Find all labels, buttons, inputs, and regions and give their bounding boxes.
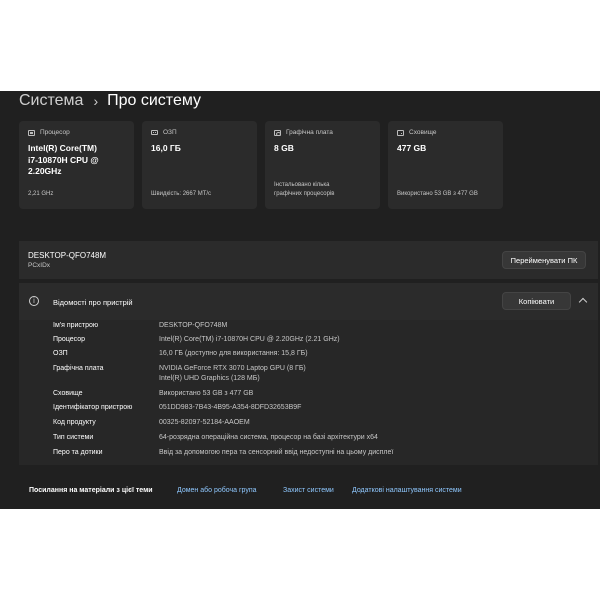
device-model: PCxIDx [28,262,51,269]
page-title: Про систему [107,92,202,109]
info-icon: i [29,296,39,306]
device-specifications-header[interactable]: i Відомості про пристрій Копіювати [19,283,598,320]
graphics-card-icon [274,129,281,136]
settings-window: Система › Про систему Процесор Intel(R) … [0,91,600,509]
domain-workgroup-link[interactable]: Домен або робоча група [177,487,257,494]
spec-label: Графічна плата [53,365,104,372]
graphics-value: 8 GB [274,143,294,153]
spec-value[interactable]: Використано 53 GB з 477 GB [159,389,253,399]
spec-value[interactable]: NVIDIA GeForce RTX 3070 Laptop GPU (8 ГБ… [159,364,306,374]
advanced-system-settings-link[interactable]: Додаткові налаштування системи [352,487,462,494]
spec-value[interactable]: 00325-82097-52184-AAOEM [159,418,250,428]
rename-pc-button[interactable]: Перейменувати ПК [502,251,586,269]
spec-label: ОЗП [53,350,68,357]
chevron-up-icon[interactable] [578,297,588,307]
processor-speed: 2,21 GHz [28,191,54,197]
spec-label: Ім'я пристрою [53,322,99,329]
processor-icon [28,129,35,136]
graphics-note-line: Інстальовано кілька [274,182,330,188]
spec-label: Сховище [53,390,83,397]
storage-icon [397,129,404,136]
breadcrumb: Система › Про систему [19,91,201,111]
graphics-note-line: графічних процесорів [274,191,335,197]
spec-label: Перо та дотики [53,449,103,456]
spec-value[interactable]: DESKTOP-QFO748M [159,321,227,331]
ram-speed: Швидкість: 2667 МТ/с [151,191,212,197]
copy-button[interactable]: Копіювати [502,292,571,310]
storage-card: Сховище 477 GB Використано 53 GB з 477 G… [388,121,503,209]
processor-card: Процесор Intel(R) Core(TM) i7-10870H CPU… [19,121,134,209]
storage-card-title: Сховище [409,129,437,136]
ram-card-title: ОЗП [163,129,177,136]
storage-usage: Використано 53 GB з 477 GB [397,191,478,197]
ram-card: ОЗП 16,0 ГБ Швидкість: 2667 МТ/с [142,121,257,209]
ram-value: 16,0 ГБ [151,143,181,153]
spec-label: Код продукту [53,419,96,426]
storage-value: 477 GB [397,143,427,153]
processor-value-line: 2.20GHz [28,166,62,176]
device-name-bar: DESKTOP-QFO748M PCxIDx Перейменувати ПК [19,241,598,279]
device-specifications-title: Відомості про пристрій [53,298,133,307]
system-protection-link[interactable]: Захист системи [283,487,334,494]
spec-value[interactable]: 16,0 ГБ (доступно для використання: 15,8… [159,349,308,359]
device-name: DESKTOP-QFO748M [28,251,107,260]
spec-value[interactable]: Intel(R) Core(TM) i7-10870H CPU @ 2.20GH… [159,335,340,345]
graphics-card: Графічна плата 8 GB Інстальовано кілька … [265,121,380,209]
graphics-note: Інстальовано кілька графічних процесорів [274,181,384,199]
related-links-label: Посилання на матеріали з цієї теми [29,487,153,494]
spec-value[interactable]: Intel(R) UHD Graphics (128 МБ) [159,374,260,384]
processor-card-title: Процесор [40,129,70,136]
processor-value-line: i7-10870H CPU @ [28,154,99,165]
ram-icon [151,130,158,135]
spec-value[interactable]: 051DD983-7B43-4B95-A354-8DFD32653B9F [159,403,301,413]
spec-label: Тип системи [53,434,94,441]
spec-label: Процесор [53,336,86,343]
spec-value[interactable]: Ввід за допомогою пера та сенсорний ввід… [159,448,393,458]
device-specifications-panel: i Відомості про пристрій Копіювати Ім'я … [19,283,598,465]
related-links: Посилання на матеріали з цієї теми Домен… [19,475,598,509]
breadcrumb-system[interactable]: Система [19,92,83,110]
processor-value-line: Intel(R) Core(TM) [28,143,97,153]
graphics-card-title: Графічна плата [286,129,333,136]
spec-value[interactable]: 64-розрядна операційна система, процесор… [159,433,378,443]
breadcrumb-chevron-icon: › [93,93,99,109]
spec-label: Ідентифікатор пристрою [53,404,133,411]
